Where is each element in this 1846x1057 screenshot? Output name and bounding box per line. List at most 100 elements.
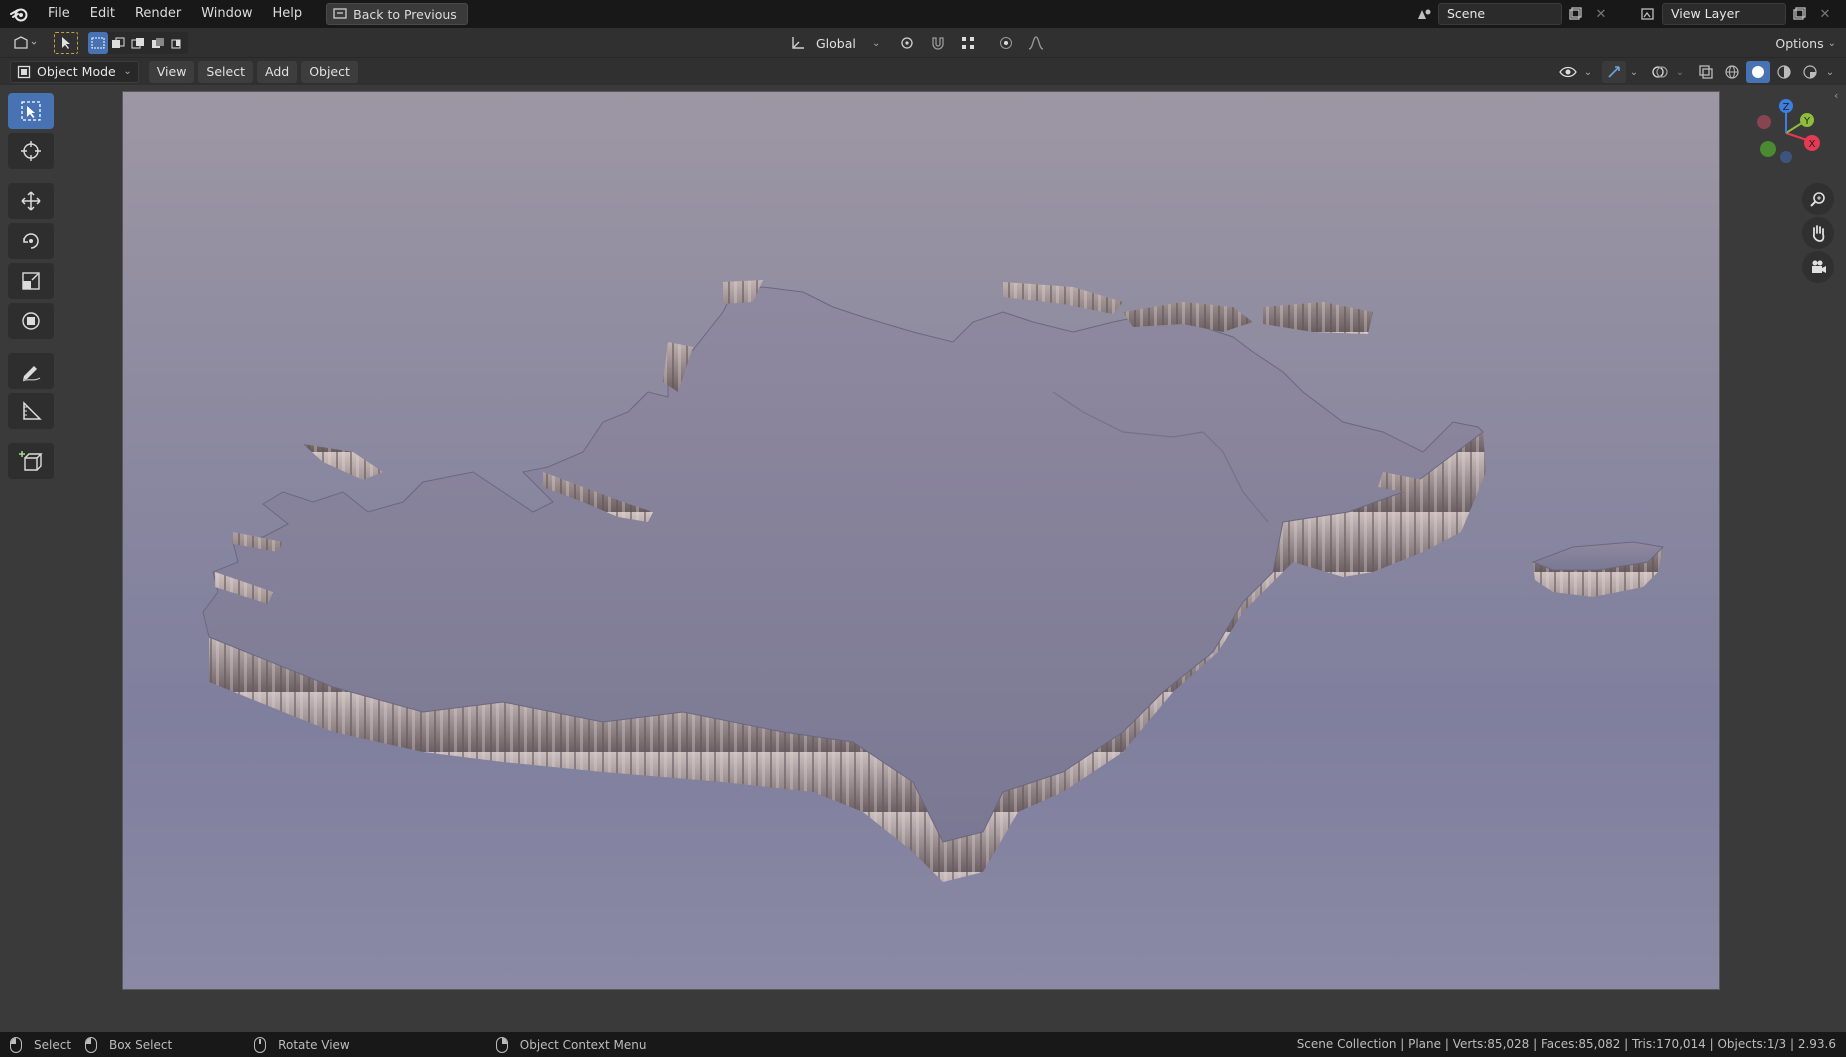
wireframe-shading-icon[interactable]: [1720, 61, 1744, 83]
subtract-selection-icon[interactable]: [128, 32, 148, 54]
extend-selection-icon[interactable]: [108, 32, 128, 54]
status-select-label: Select: [34, 1037, 72, 1052]
scale-tool[interactable]: [8, 263, 54, 299]
options-dropdown[interactable]: Options ⌄: [1775, 32, 1836, 54]
svg-text:Y: Y: [1803, 116, 1811, 127]
snap-increment-icon[interactable]: [956, 32, 980, 54]
object-menu[interactable]: Object: [301, 60, 358, 83]
selection-mode-group: [88, 31, 188, 54]
move-tool[interactable]: [8, 183, 54, 219]
intersect-selection-icon[interactable]: [168, 32, 188, 54]
gizmo-toggle-icon[interactable]: [1602, 61, 1626, 83]
add-menu[interactable]: Add: [256, 60, 298, 83]
gizmo-chevron-icon[interactable]: ⌄: [1628, 61, 1640, 83]
measure-ruler-icon: [23, 401, 42, 420]
close-view-layer-icon[interactable]: ✕: [1812, 3, 1838, 25]
visibility-eye-icon[interactable]: [1556, 61, 1580, 83]
scene-icon[interactable]: [1412, 3, 1438, 25]
scene-selector: Scene ✕: [1412, 3, 1614, 25]
zoom-view-button[interactable]: [1802, 183, 1834, 215]
set-selection-icon[interactable]: [88, 31, 108, 54]
mode-dropdown[interactable]: Object Mode ⌄: [10, 60, 139, 83]
proportional-editing-icon[interactable]: [994, 32, 1018, 54]
visibility-chevron-icon[interactable]: ⌄: [1582, 61, 1594, 83]
pan-view-button[interactable]: [1802, 217, 1834, 249]
status-select-hint: Select: [10, 1036, 72, 1053]
mode-chevron-icon: ⌄: [123, 65, 132, 77]
pivot-point-icon[interactable]: [896, 32, 920, 54]
status-context-label: Object Context Menu: [519, 1037, 647, 1052]
options-label: Options: [1775, 35, 1824, 51]
move-icon: [21, 191, 41, 211]
cursor-tool[interactable]: [8, 133, 54, 169]
menu-edit[interactable]: Edit: [80, 0, 125, 28]
orientation-icon[interactable]: [786, 32, 810, 54]
view-layer-icon[interactable]: [1636, 3, 1662, 25]
camera-view-frame[interactable]: [122, 91, 1720, 990]
scene-statistics: Scene Collection | Plane | Verts:85,028 …: [1296, 1037, 1836, 1051]
overlays-chevron-icon[interactable]: ⌄: [1674, 61, 1686, 83]
add-cube-icon: [19, 451, 43, 471]
new-scene-icon[interactable]: [1562, 3, 1588, 25]
falloff-curve-icon[interactable]: [1024, 32, 1048, 54]
viewport-header: Object Mode ⌄ View Select Add Object ⌄ ⌄…: [0, 58, 1846, 85]
add-cube-tool[interactable]: [8, 443, 54, 479]
select-tool-icon[interactable]: [54, 31, 78, 54]
shading-chevron-icon[interactable]: ⌄: [1824, 61, 1836, 83]
xray-toggle-icon[interactable]: [1694, 61, 1718, 83]
back-to-previous-label: Back to Previous: [353, 6, 457, 22]
editor-type-icon[interactable]: [8, 32, 42, 54]
pan-hand-icon: [1812, 225, 1825, 242]
3d-viewport[interactable]: X Y Z ‹: [0, 85, 1846, 1032]
menu-help[interactable]: Help: [263, 0, 313, 28]
tool-shelf: [8, 93, 54, 479]
rendered-shading-icon[interactable]: [1798, 61, 1822, 83]
options-chevron-icon: ⌄: [1827, 37, 1836, 49]
view-layer-field[interactable]: View Layer: [1662, 3, 1786, 25]
camera-view-button[interactable]: [1802, 251, 1834, 283]
select-box-tool[interactable]: [8, 93, 54, 129]
scale-icon: [22, 272, 40, 290]
neg-y-axis-icon: [1760, 141, 1776, 157]
orientation-dropdown[interactable]: Global: [816, 36, 866, 51]
menu-window[interactable]: Window: [191, 0, 262, 28]
status-context-hint: Object Context Menu: [495, 1036, 647, 1053]
right-mouse-icon: [495, 1036, 508, 1053]
svg-text:Z: Z: [1783, 102, 1790, 113]
tool-header: Global ⌄ Options ⌄: [0, 28, 1846, 58]
overlays-icon[interactable]: [1648, 61, 1672, 83]
sidebar-toggle-icon[interactable]: ‹: [1834, 89, 1844, 105]
menu-render[interactable]: Render: [125, 0, 191, 28]
drag-mouse-icon: [85, 1036, 98, 1053]
status-box-select-label: Box Select: [109, 1037, 173, 1052]
difference-selection-icon[interactable]: [148, 32, 168, 54]
material-shading-icon[interactable]: [1772, 61, 1796, 83]
scene-name-field[interactable]: Scene: [1438, 3, 1562, 25]
blender-logo-icon[interactable]: [8, 3, 30, 25]
new-view-layer-icon[interactable]: [1786, 3, 1812, 25]
mode-label: Object Mode: [37, 64, 116, 79]
status-rotate-label: Rotate View: [278, 1037, 350, 1052]
view-menu[interactable]: View: [148, 60, 195, 83]
viewport-shading-controls: ⌄ ⌄ ⌄ ⌄: [1556, 61, 1836, 83]
cursor-icon: [21, 141, 41, 161]
rotate-tool[interactable]: [8, 223, 54, 259]
back-screen-icon: [333, 8, 347, 19]
orientation-chevron-icon: ⌄: [872, 37, 881, 49]
rotate-icon: [23, 233, 39, 249]
svg-text:X: X: [1809, 139, 1816, 150]
left-mouse-icon: [10, 1036, 22, 1053]
annotate-tool[interactable]: [8, 353, 54, 389]
solid-shading-icon[interactable]: [1746, 61, 1770, 83]
measure-tool[interactable]: [8, 393, 54, 429]
neg-x-axis-icon: [1757, 115, 1771, 129]
menu-file[interactable]: File: [38, 0, 80, 28]
snap-magnet-icon[interactable]: [926, 32, 950, 54]
back-to-previous-button[interactable]: Back to Previous: [326, 3, 468, 25]
camera-icon: [1812, 260, 1826, 273]
object-mode-icon: [17, 65, 31, 78]
close-scene-icon[interactable]: ✕: [1588, 3, 1614, 25]
navigation-gizmo[interactable]: X Y Z: [1750, 97, 1822, 169]
transform-tool[interactable]: [8, 303, 54, 339]
select-menu[interactable]: Select: [198, 60, 253, 83]
